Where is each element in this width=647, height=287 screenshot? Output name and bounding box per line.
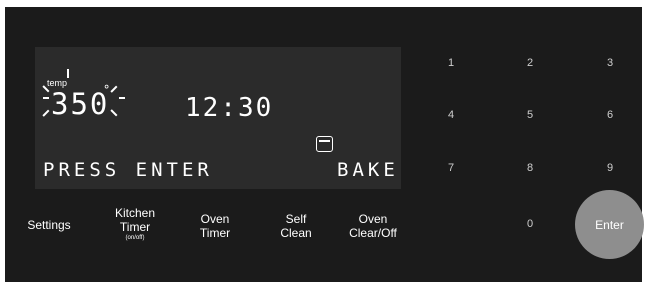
oven-control-panel: temp 350 ° 12:30 PRESS ENTER BAKE 1 2 3 … <box>5 7 642 282</box>
keypad-7[interactable]: 7 <box>441 162 461 174</box>
kitchen-timer-button[interactable]: Kitchen Timer (on/off) <box>105 206 165 242</box>
self-clean-button[interactable]: Self Clean <box>266 212 326 240</box>
settings-button[interactable]: Settings <box>19 218 79 232</box>
heat-ray-icon <box>67 69 69 78</box>
keypad-3[interactable]: 3 <box>600 57 620 69</box>
heat-ray-icon <box>42 109 50 117</box>
keypad-5[interactable]: 5 <box>520 109 540 121</box>
clock-readout: 12:30 <box>185 93 274 123</box>
keypad-0[interactable]: 0 <box>520 218 540 230</box>
keypad-2[interactable]: 2 <box>520 57 540 69</box>
oven-clear-off-button[interactable]: Oven Clear/Off <box>343 212 403 240</box>
oven-timer-button[interactable]: Oven Timer <box>185 212 245 240</box>
oven-icon <box>316 136 333 152</box>
keypad-9[interactable]: 9 <box>600 162 620 174</box>
keypad-8[interactable]: 8 <box>520 162 540 174</box>
cooking-mode: BAKE <box>337 159 399 181</box>
keypad-1[interactable]: 1 <box>441 57 461 69</box>
heat-ray-icon <box>43 97 49 99</box>
heat-ray-icon <box>110 109 118 117</box>
keypad-6[interactable]: 6 <box>600 109 620 121</box>
keypad-4[interactable]: 4 <box>441 109 461 121</box>
enter-button[interactable]: Enter <box>575 190 644 259</box>
temperature-readout: 350 <box>51 87 110 121</box>
status-message: PRESS ENTER <box>43 159 213 181</box>
degree-symbol: ° <box>103 83 113 97</box>
lcd-display: temp 350 ° 12:30 PRESS ENTER BAKE <box>35 47 401 189</box>
kitchen-timer-label: Kitchen Timer <box>114 206 156 234</box>
heat-ray-icon <box>119 97 125 99</box>
kitchen-timer-sublabel: (on/off) <box>125 235 145 241</box>
